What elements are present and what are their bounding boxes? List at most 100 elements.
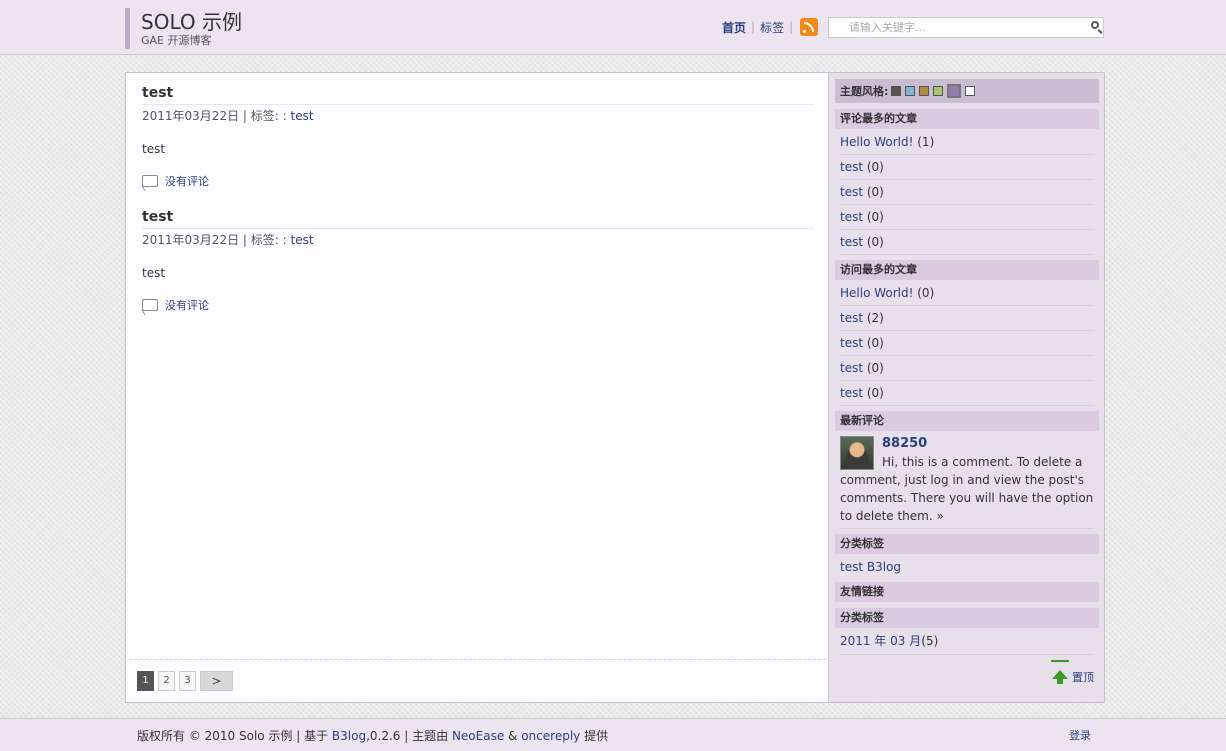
theme-label: 主题风格:	[840, 85, 889, 98]
list-item: test (0)	[840, 205, 1094, 230]
comment-author[interactable]: 88250	[840, 435, 1094, 453]
article-meta: 2011年03月22日 | 标签: : test	[142, 104, 814, 124]
view-count: (0)	[913, 286, 935, 300]
article-title[interactable]: test	[142, 83, 814, 103]
comment-text[interactable]: Hi, this is a comment. To delete a comme…	[840, 455, 1093, 523]
theme-swatch-gray[interactable]	[891, 86, 902, 96]
post-link[interactable]: test	[840, 361, 863, 375]
back-to-top-link[interactable]: 置顶	[1072, 669, 1094, 685]
login-link[interactable]: 登录	[1069, 727, 1091, 743]
list-item: test (0)	[840, 180, 1094, 205]
back-to-top[interactable]: 置顶	[1051, 659, 1094, 685]
article-tag-link[interactable]: test	[290, 233, 313, 247]
most-commented-list: Hello World! (1) test (0) test (0) test …	[840, 130, 1094, 255]
list-item: test (0)	[840, 155, 1094, 180]
search-icon[interactable]	[1091, 21, 1099, 29]
theme-swatch-brown[interactable]	[919, 86, 930, 96]
post-link[interactable]: Hello World!	[840, 135, 913, 149]
view-count: (0)	[863, 336, 884, 350]
theme-swatch-purple[interactable]	[947, 84, 962, 98]
main-column: test 2011年03月22日 | 标签: : test test 没有评论 …	[126, 73, 828, 702]
tag-cloud: test B3log	[840, 555, 901, 579]
tags-title: 分类标签	[835, 534, 1099, 554]
copyright: 版权所有 © 2010 Solo 示例 | 基于 B3log,0.2.6 | 主…	[137, 727, 608, 744]
view-count: (2)	[863, 311, 884, 325]
comments-link[interactable]: 没有评论	[165, 173, 209, 189]
brand: SOLO 示例 GAE 开源博客	[125, 8, 242, 49]
most-commented-title: 评论最多的文章	[835, 109, 1099, 129]
nav-separator: |	[751, 20, 756, 34]
recent-comments-title: 最新评论	[835, 411, 1099, 431]
post-link[interactable]: test	[840, 235, 863, 249]
view-count: (0)	[863, 361, 884, 375]
article-date: 2011年03月22日	[142, 233, 240, 247]
oncereply-link[interactable]: oncereply	[521, 729, 580, 743]
version-text: ,0.2.6 | 主题由	[366, 729, 452, 743]
article-comments: 没有评论	[139, 173, 814, 190]
provided-text: 提供	[580, 729, 609, 743]
rss-icon[interactable]	[800, 18, 819, 36]
article-tag-link[interactable]: test	[290, 109, 313, 123]
article-meta: 2011年03月22日 | 标签: : test	[142, 228, 814, 248]
tag-link[interactable]: B3log	[867, 560, 901, 574]
avatar[interactable]	[840, 436, 874, 470]
archives-title: 分类标签	[835, 608, 1099, 628]
ampersand: &	[504, 729, 522, 743]
search-input[interactable]	[849, 18, 1089, 37]
footer: 版权所有 © 2010 Solo 示例 | 基于 B3log,0.2.6 | 主…	[0, 718, 1226, 751]
comments-link[interactable]: 没有评论	[165, 297, 209, 313]
article-abstract: test	[142, 142, 166, 156]
article-comments: 没有评论	[139, 297, 814, 314]
article: test 2011年03月22日 | 标签: : test test 没有评论	[139, 83, 814, 190]
links-title: 友情链接	[835, 582, 1099, 602]
page-button-1[interactable]: 1	[137, 671, 154, 691]
post-link[interactable]: test	[840, 210, 863, 224]
post-link[interactable]: test	[840, 160, 863, 174]
page-button-3[interactable]: 3	[179, 671, 196, 691]
tag-link[interactable]: test	[840, 560, 863, 574]
post-link[interactable]: test	[840, 336, 863, 350]
comment-count: (0)	[863, 185, 884, 199]
archive-link[interactable]: 2011 年 03 月	[840, 634, 921, 648]
article-title[interactable]: test	[142, 207, 814, 227]
comment-count: (0)	[863, 160, 884, 174]
neoease-link[interactable]: NeoEase	[452, 729, 504, 743]
nav-separator: |	[789, 20, 794, 34]
post-link[interactable]: test	[840, 185, 863, 199]
list-item: test (0)	[840, 356, 1094, 381]
list-item: test (0)	[840, 381, 1094, 406]
view-count: (0)	[863, 386, 884, 400]
arrow-up-icon	[1051, 659, 1069, 684]
article-abstract: test	[142, 266, 166, 280]
article-tag-label: | 标签: :	[239, 233, 291, 247]
post-link[interactable]: Hello World!	[840, 286, 913, 300]
article-date: 2011年03月22日	[142, 109, 240, 123]
pager-divider	[130, 659, 826, 660]
archive-item: 2011 年 03 月(5)	[840, 629, 1094, 655]
theme-swatch-green[interactable]	[933, 86, 944, 96]
search-box	[828, 17, 1104, 38]
comment-count: (0)	[863, 235, 884, 249]
comment-icon	[139, 175, 158, 190]
site-subtitle: GAE 开源博客	[141, 34, 212, 47]
page-button-2[interactable]: 2	[158, 671, 175, 691]
nav-home-link[interactable]: 首页	[722, 19, 746, 36]
article-tag-label: | 标签: :	[239, 109, 291, 123]
post-link[interactable]: test	[840, 311, 863, 325]
site-title[interactable]: SOLO 示例	[141, 10, 242, 34]
theme-swatch-white[interactable]	[965, 86, 976, 96]
comment-count: (0)	[863, 210, 884, 224]
most-viewed-title: 访问最多的文章	[835, 260, 1099, 280]
list-item: Hello World! (0)	[840, 281, 1094, 306]
article: test 2011年03月22日 | 标签: : test test 没有评论	[139, 207, 814, 314]
archive-count: (5)	[921, 634, 939, 648]
header: SOLO 示例 GAE 开源博客 首页 | 标签 |	[0, 0, 1226, 55]
b3log-link[interactable]: B3log	[332, 729, 366, 743]
theme-switcher: 主题风格:	[835, 79, 1099, 103]
top-nav: 首页 | 标签 |	[722, 18, 819, 36]
post-link[interactable]: test	[840, 386, 863, 400]
most-viewed-list: Hello World! (0) test (2) test (0) test …	[840, 281, 1094, 406]
theme-swatch-blue[interactable]	[905, 86, 916, 96]
next-page-button[interactable]: >	[200, 671, 233, 691]
nav-tags-link[interactable]: 标签	[760, 19, 784, 36]
